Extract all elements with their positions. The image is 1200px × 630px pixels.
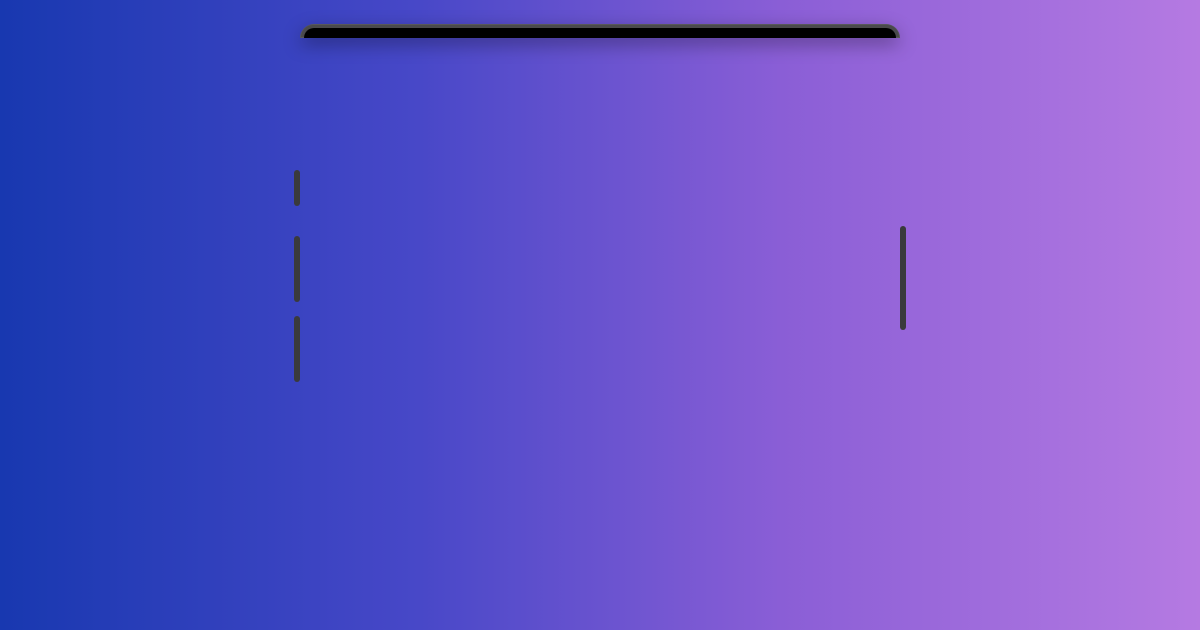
- phone-frame: 9:41 Top Hit: [300, 0, 900, 630]
- volume-down-button: [294, 316, 300, 382]
- silent-switch: [294, 170, 300, 206]
- volume-up-button: [294, 236, 300, 302]
- power-button: [900, 226, 906, 330]
